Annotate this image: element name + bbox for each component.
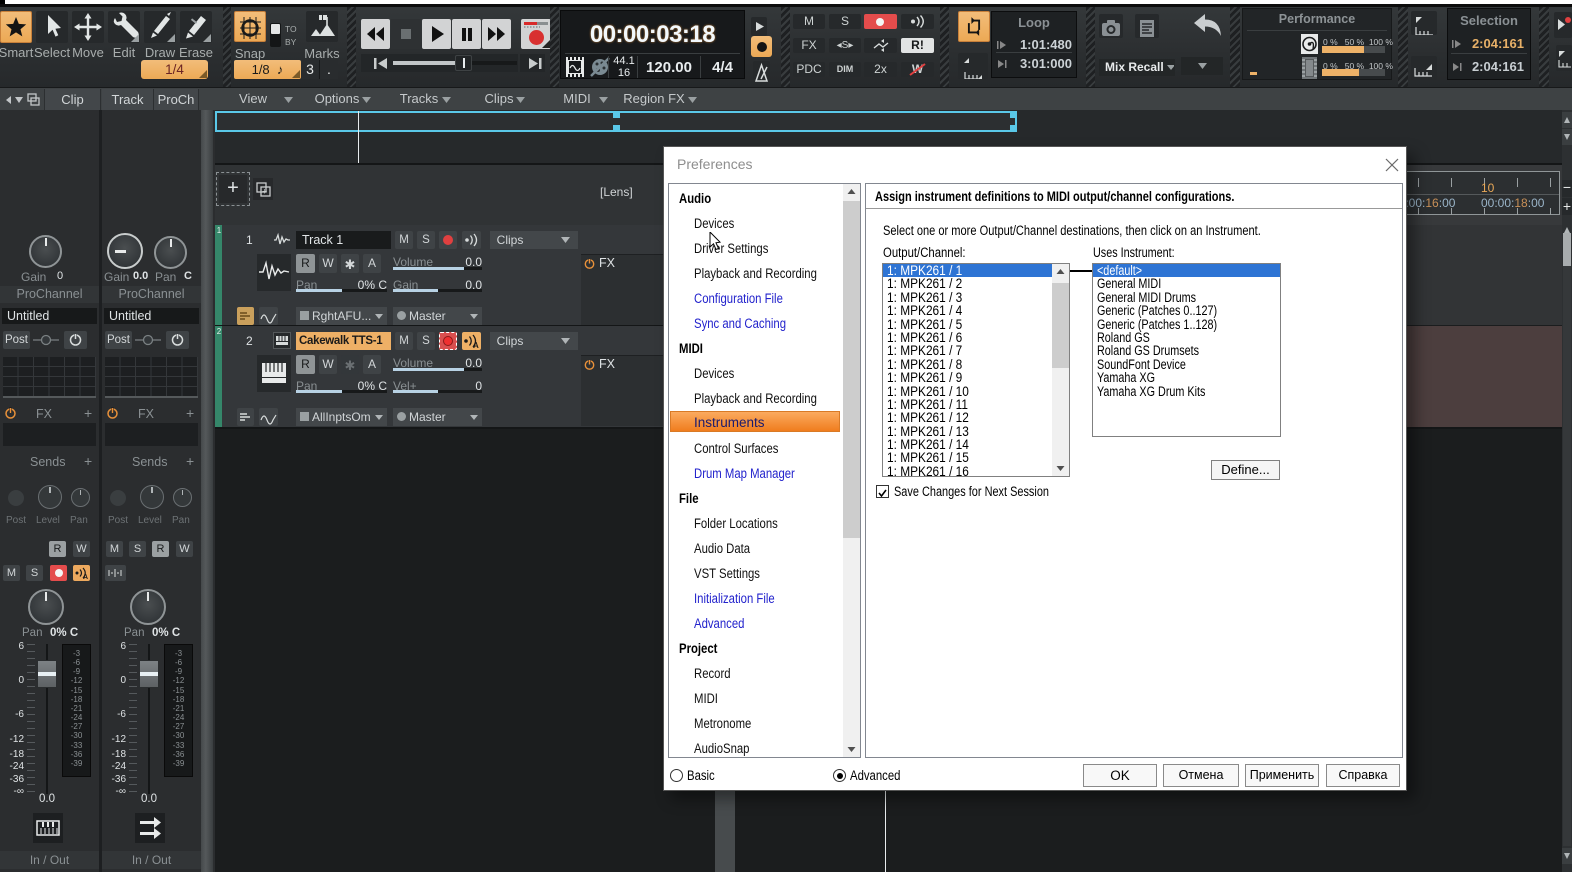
svg-text:A: A [473, 341, 479, 350]
svg-text:+: + [262, 187, 267, 197]
svg-text:A: A [83, 574, 88, 581]
